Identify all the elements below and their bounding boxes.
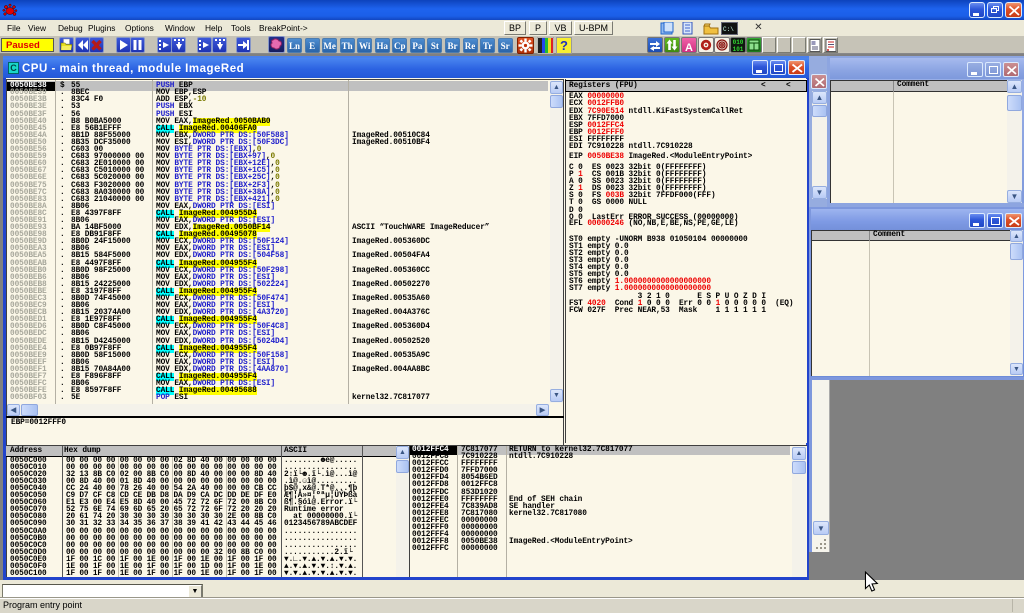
svg-text:C:\: C:\ [723, 26, 734, 33]
